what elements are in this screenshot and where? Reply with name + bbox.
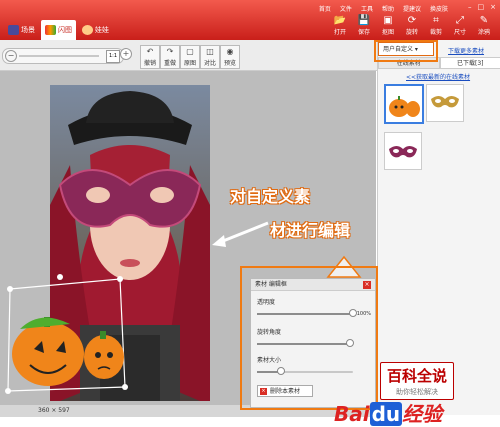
rotate-button[interactable]: ⟳ 旋转 xyxy=(402,15,422,36)
tool-label: 涂鸦 xyxy=(477,29,490,36)
annotation-line1: 对自定义素 xyxy=(230,187,311,206)
menu-help[interactable]: 帮助 xyxy=(382,4,394,13)
save-button[interactable]: 💾 保存 xyxy=(354,15,374,36)
material-thumb-pumpkin[interactable] xyxy=(384,84,424,124)
purple-mask-thumb-icon xyxy=(389,146,417,158)
highlight-edit-dialog xyxy=(240,266,378,410)
tab-scene[interactable]: 场景 xyxy=(4,20,39,40)
tool-label: 尺寸 xyxy=(453,29,466,36)
tab-downloaded[interactable]: 已下载[3] xyxy=(439,57,500,69)
maximize-icon[interactable]: □ xyxy=(478,3,485,11)
tool-label: 保存 xyxy=(357,29,370,36)
logo-du: du xyxy=(369,402,403,426)
open-button[interactable]: 📂 打开 xyxy=(330,15,350,36)
redo-button[interactable]: ↷ 重做 xyxy=(160,45,180,69)
tool-label: 打开 xyxy=(333,29,346,36)
crop-icon: ⌗ xyxy=(433,15,439,26)
save-icon: 💾 xyxy=(357,15,371,26)
zoom-slider[interactable] xyxy=(19,55,99,57)
edit-button-label: 重做 xyxy=(163,60,176,67)
pumpkin-sticker[interactable] xyxy=(0,269,130,399)
minimize-icon[interactable]: – xyxy=(468,3,472,11)
menu-skin[interactable]: 换皮肤 xyxy=(430,4,448,13)
zoom-in-icon[interactable]: + xyxy=(120,48,132,60)
annotation-line2: 材进行编辑 xyxy=(270,221,351,240)
preview-icon: ◉ xyxy=(226,47,234,56)
crop-button[interactable]: ⌗ 裁剪 xyxy=(426,15,446,36)
close-icon[interactable]: × xyxy=(490,3,496,11)
size-icon: ⤢ xyxy=(456,15,464,26)
edit-button-label: 预览 xyxy=(223,60,236,67)
flash-icon xyxy=(45,25,56,35)
watermark-subtitle: 助你轻松解决 xyxy=(396,388,438,396)
menu-suggest[interactable]: 提建议 xyxy=(403,4,421,13)
watermark-badge: 百科全说 助你轻松解决 xyxy=(380,362,454,400)
top-menu: 首页 文件 工具 帮助 提建议 换皮肤 xyxy=(319,4,448,13)
menu-tools[interactable]: 工具 xyxy=(361,4,373,13)
logo-bai: Bai xyxy=(334,402,370,426)
undo-icon: ↶ xyxy=(146,47,154,56)
zoom-control: − 1:1 xyxy=(2,48,124,64)
tab-doll[interactable]: 娃娃 xyxy=(78,20,113,40)
highlight-category-select xyxy=(374,40,438,62)
main-toolbar: 📂 打开 💾 保存 ▣ 抠图 ⟳ 旋转 ⌗ 裁剪 ⤢ 尺寸 ✎ 涂鸦 xyxy=(330,15,494,36)
get-new-materials-link[interactable]: <<获取最新的在线素材 xyxy=(406,72,470,81)
mode-tabs: 场景 闪图 娃娃 xyxy=(0,18,113,40)
tool-label: 抠图 xyxy=(381,29,394,36)
menu-file[interactable]: 文件 xyxy=(340,4,352,13)
screenshot-button[interactable]: ▣ 抠图 xyxy=(378,15,398,36)
tab-label: 场景 xyxy=(21,26,35,34)
tab-label: 娃娃 xyxy=(95,26,109,34)
tab-flash[interactable]: 闪图 xyxy=(41,20,76,40)
window-controls: – □ × xyxy=(468,3,496,11)
edit-button-label: 对比 xyxy=(203,60,216,67)
material-thumb-gold-mask[interactable] xyxy=(426,84,464,122)
redo-icon: ↷ xyxy=(166,47,174,56)
material-thumb-purple-mask[interactable] xyxy=(384,132,422,170)
edit-button-label: 撤销 xyxy=(143,60,156,67)
download-more-link[interactable]: 下载更多素材 xyxy=(448,46,484,55)
size-button[interactable]: ⤢ 尺寸 xyxy=(450,15,470,36)
original-button[interactable]: ▢ 原图 xyxy=(180,45,200,69)
logo-jingyan: 经验 xyxy=(402,402,443,426)
doll-icon xyxy=(82,25,93,35)
scene-icon xyxy=(8,25,19,35)
preview-button[interactable]: ◉ 预览 xyxy=(220,45,240,69)
compare-icon: ◫ xyxy=(206,47,214,56)
compare-button[interactable]: ◫ 对比 xyxy=(200,45,220,69)
app-header: 场景 闪图 娃娃 首页 文件 工具 帮助 提建议 换皮肤 – □ × 📂 打开 💾… xyxy=(0,0,500,40)
pumpkin-thumb-icon xyxy=(389,96,420,117)
baidu-jingyan-logo: Bai du 经验 xyxy=(334,398,442,427)
gold-mask-thumb-icon xyxy=(431,96,459,108)
tool-label: 裁剪 xyxy=(429,29,442,36)
rotate-icon: ⟳ xyxy=(407,15,417,26)
material-panel: 用户自定义 ▾ 下载更多素材 在线素材 已下载[3] <<获取最新的在线素材 xyxy=(377,40,500,415)
watermark-title: 百科全说 xyxy=(386,367,447,385)
screenshot-icon: ▣ xyxy=(383,15,393,26)
open-icon: 📂 xyxy=(333,15,347,26)
annotation-arrow xyxy=(212,221,269,247)
doodle-icon: ✎ xyxy=(479,15,489,26)
undo-button[interactable]: ↶ 撤销 xyxy=(140,45,160,69)
actual-size-button[interactable]: 1:1 xyxy=(106,50,120,63)
menu-home[interactable]: 首页 xyxy=(319,4,331,13)
image-size-label: 360 × 597 xyxy=(38,407,70,414)
original-icon: ▢ xyxy=(186,47,194,56)
tab-label: 闪图 xyxy=(58,26,72,34)
zoom-out-icon[interactable]: − xyxy=(5,50,17,62)
edit-buttons: ↶ 撤销 ↷ 重做 ▢ 原图 ◫ 对比 ◉ 预览 xyxy=(140,45,240,69)
tool-label: 旋转 xyxy=(405,29,418,36)
edit-button-label: 原图 xyxy=(183,60,196,67)
doodle-button[interactable]: ✎ 涂鸦 xyxy=(474,15,494,36)
